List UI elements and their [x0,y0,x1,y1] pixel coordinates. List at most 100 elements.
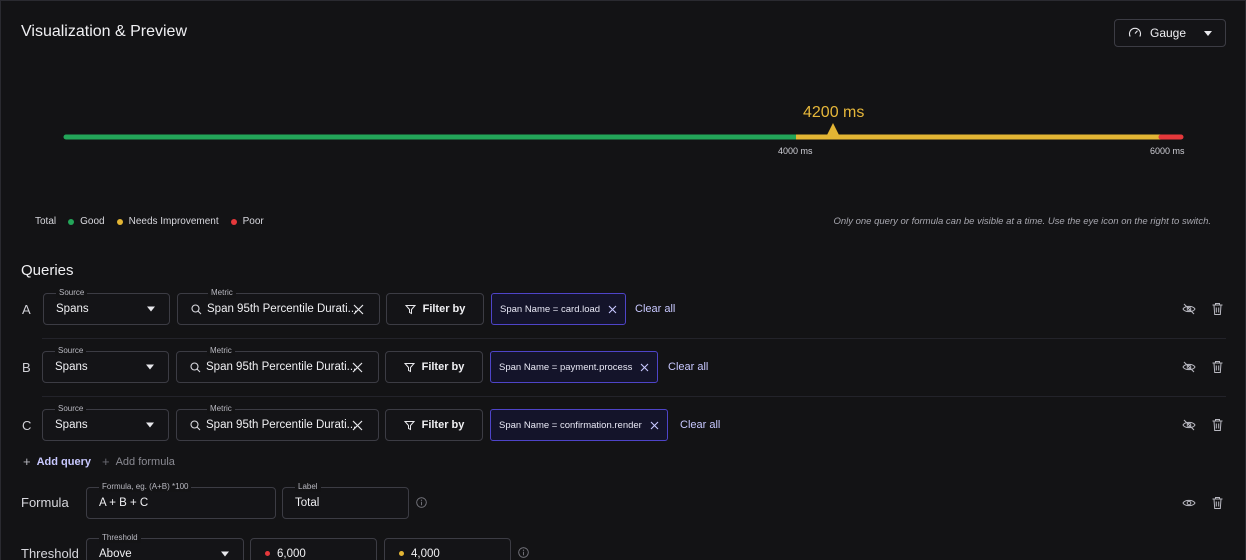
filter-chip-label: Span Name = card.load [500,303,601,315]
source-select[interactable]: Source Spans [42,404,169,441]
eye-off-icon[interactable] [1181,359,1197,375]
chevron-down-icon [221,551,229,557]
formula-label-value: Total [295,497,320,509]
filter-chip[interactable]: Span Name = confirmation.render [490,409,668,441]
field-label: Metric [207,404,235,414]
query-letter: A [22,302,31,317]
metric-select[interactable]: Metric Span 95th Percentile Durati... [177,288,380,325]
filter-icon [404,304,416,314]
legend-label: Good [80,216,105,227]
threshold-title: Threshold [21,546,79,560]
source-value: Spans [55,361,88,373]
gauge-bar [63,123,1184,140]
field-label: Metric [207,346,235,356]
row-divider [42,338,1226,339]
clear-all-link[interactable]: Clear all [635,303,675,315]
legend-label: Poor [242,216,264,227]
trash-icon[interactable] [1209,495,1225,511]
source-select[interactable]: Source Spans [43,288,170,325]
metric-value: Span 95th Percentile Durati... [207,303,358,315]
close-icon[interactable] [352,362,363,373]
filter-chip-label: Span Name = payment.process [499,361,633,373]
filter-by-button[interactable]: Filter by [386,293,484,325]
filter-chip[interactable]: Span Name = card.load [491,293,627,325]
field-label: Source [55,346,87,356]
trash-icon[interactable] [1209,417,1225,433]
threshold-poor-input[interactable]: 6,000 [250,538,377,560]
eye-icon[interactable] [1181,495,1197,511]
formula-label-input[interactable]: Label Total [282,482,409,519]
filter-by-label: Filter by [421,419,465,431]
trash-icon[interactable] [1209,359,1225,375]
threshold-needs-improvement-input[interactable]: 4,000 [384,538,511,560]
close-icon[interactable] [608,305,617,314]
legend-dot-needs-improvement [116,218,123,225]
query-letter: B [22,360,31,375]
chevron-down-icon [1204,30,1213,36]
visibility-hint: Only one query or formula can be visible… [833,216,1211,227]
add-formula-button[interactable]: + Add formula [102,454,175,469]
source-value: Spans [56,303,89,315]
formula-value: A + B + C [99,497,149,509]
gauge-icon [1129,27,1141,37]
panel-title: Visualization & Preview [21,23,188,40]
viz-type-dropdown[interactable]: Gauge [1114,19,1226,47]
threshold-needs-value: 4,000 [411,548,440,560]
source-select[interactable]: Source Spans [42,346,169,383]
search-icon [190,420,201,431]
formula-input[interactable]: Formula, eg. (A+B) *100 A + B + C [86,482,276,519]
legend-label: Needs Improvement [128,216,219,227]
filter-by-label: Filter by [421,361,465,373]
eye-off-icon[interactable] [1181,417,1197,433]
add-formula-label: Add formula [115,455,175,468]
field-label: Threshold [99,533,141,543]
metric-value: Span 95th Percentile Durati... [206,419,357,431]
chevron-down-icon [147,306,155,312]
filter-icon [403,362,415,372]
field-label: Source [56,288,88,298]
close-icon[interactable] [353,304,364,315]
formula-title: Formula [21,495,69,510]
close-icon[interactable] [640,363,649,372]
info-icon[interactable] [518,547,529,558]
legend: Total Good Needs Improvement Poor [35,216,264,227]
add-query-label: Add query [36,455,91,468]
viz-type-label: Gauge [1149,26,1187,40]
eye-off-icon[interactable] [1181,301,1197,317]
search-icon [191,304,202,315]
add-query-button[interactable]: + Add query [23,454,91,469]
clear-all-link[interactable]: Clear all [680,419,720,431]
needs-improvement-dot [399,551,404,556]
threshold-poor-value: 6,000 [277,548,306,560]
plus-icon: + [23,454,31,469]
field-label: Formula, eg. (A+B) *100 [99,482,192,492]
close-icon[interactable] [352,420,363,431]
chevron-down-icon [146,422,154,428]
metric-value: Span 95th Percentile Durati... [206,361,357,373]
field-label: Metric [208,288,236,298]
threshold-tick-label: 4000 ms [778,146,813,156]
metric-select[interactable]: Metric Span 95th Percentile Durati... [176,404,379,441]
trash-icon[interactable] [1209,301,1225,317]
threshold-tick-label: 6000 ms [1150,146,1185,156]
clear-all-link[interactable]: Clear all [668,361,708,373]
search-icon [190,362,201,373]
filter-by-button[interactable]: Filter by [385,351,483,383]
poor-dot [265,551,270,556]
queries-title: Queries [21,262,74,279]
close-icon[interactable] [650,421,659,430]
row-divider [42,396,1226,397]
chevron-down-icon [146,364,154,370]
visualization-panel: Visualization & Preview Gauge 4200 ms 40… [0,0,1246,560]
filter-icon [403,420,415,430]
field-label: Label [295,482,321,492]
query-letter: C [22,418,32,433]
legend-total: Total [35,216,57,227]
filter-chip[interactable]: Span Name = payment.process [490,351,659,383]
filter-by-label: Filter by [422,303,466,315]
info-icon[interactable] [416,497,427,508]
threshold-mode-select[interactable]: Threshold Above [86,533,244,560]
source-value: Spans [55,419,88,431]
metric-select[interactable]: Metric Span 95th Percentile Durati... [176,346,379,383]
filter-by-button[interactable]: Filter by [385,409,483,441]
